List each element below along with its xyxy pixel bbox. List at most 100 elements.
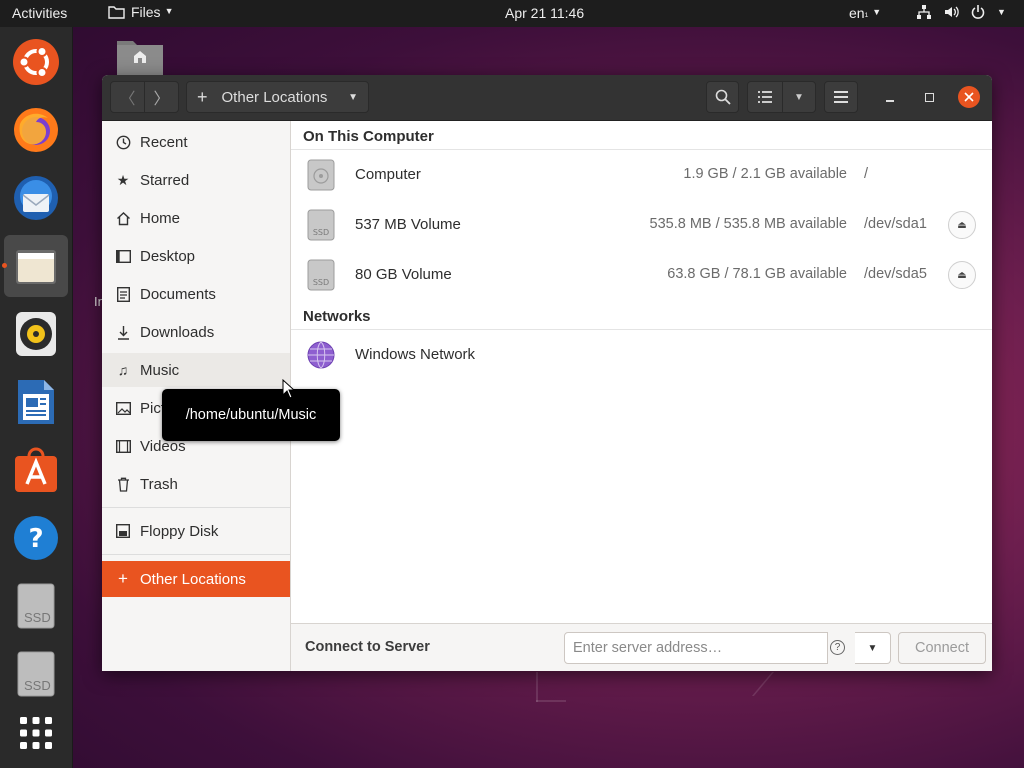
dock-firefox[interactable] <box>10 104 62 156</box>
eject-button[interactable]: ⏏ <box>948 261 976 289</box>
network-globe-icon <box>307 341 335 369</box>
eject-icon: ⏏ <box>957 269 967 281</box>
eject-icon: ⏏ <box>957 219 967 231</box>
mouse-cursor-icon <box>282 379 294 399</box>
show-apps-icon <box>20 717 52 749</box>
top-bar: Activities Files ▼ Apr 21 11:46 en ₁ ▼ ▼ <box>0 0 1024 27</box>
sidebar-item-starred[interactable]: ★ Starred <box>102 163 290 197</box>
clock[interactable]: Apr 21 11:46 <box>505 5 584 21</box>
rhythmbox-icon <box>16 312 56 356</box>
sidebar-item-home[interactable]: Home <box>102 201 290 235</box>
sidebar-item-label: Home <box>140 209 181 227</box>
view-options-button[interactable]: ▼ <box>782 81 816 113</box>
chevron-down-icon: ▼ <box>867 642 878 654</box>
language-indicator[interactable]: en ₁ ▼ <box>849 5 881 21</box>
forward-button[interactable]: 〉 <box>144 81 179 113</box>
dock-ssd-1[interactable]: SSD <box>10 580 62 632</box>
menu-button[interactable] <box>824 81 858 113</box>
chevron-down-icon: ▼ <box>348 91 358 103</box>
dock-thunderbird[interactable] <box>10 172 62 224</box>
sidebar-item-desktop[interactable]: Desktop <box>102 239 290 273</box>
location-name: 80 GB Volume <box>355 266 452 283</box>
maximize-button[interactable] <box>921 89 937 105</box>
location-space: 535.8 MB / 535.8 MB available <box>649 216 847 232</box>
dock-rhythmbox[interactable] <box>10 308 62 360</box>
connect-to-server-label: Connect to Server <box>305 639 430 655</box>
location-path: /dev/sda1 <box>864 216 927 232</box>
search-button[interactable] <box>706 81 739 113</box>
location-row-80gb-volume[interactable]: SSD 80 GB Volume 63.8 GB / 78.1 GB avail… <box>291 251 992 299</box>
connect-button[interactable]: Connect <box>898 632 986 664</box>
music-icon: ♫ <box>117 362 129 378</box>
language-suffix: ₁ <box>864 7 869 19</box>
sidebar-item-label: Floppy Disk <box>140 522 219 540</box>
sidebar-item-other-locations[interactable]: + Other Locations <box>102 561 290 597</box>
tooltip-text: /home/ubuntu/Music <box>185 407 317 423</box>
location-name: 537 MB Volume <box>355 216 461 233</box>
sidebar-divider <box>102 507 290 508</box>
language-label: en <box>849 5 865 21</box>
location-label: Other Locations <box>221 88 328 106</box>
sidebar-item-recent[interactable]: Recent <box>102 125 290 159</box>
wallpaper-line <box>536 700 566 702</box>
document-icon <box>115 286 131 302</box>
section-title-networks: Networks <box>303 308 371 325</box>
minimize-button[interactable] <box>882 89 898 105</box>
power-icon <box>971 5 985 19</box>
dock-writer[interactable] <box>10 376 62 428</box>
help-icon[interactable]: ? <box>830 640 845 655</box>
header-bar: 〈 〉 + Other Locations ▼ ▼ <box>102 75 992 121</box>
chevron-down-icon: ▼ <box>997 7 1006 17</box>
maximize-icon <box>924 92 934 102</box>
thunderbird-icon <box>14 176 58 220</box>
location-row-537mb-volume[interactable]: SSD 537 MB Volume 535.8 MB / 535.8 MB av… <box>291 201 992 249</box>
dock: ? SSD SSD <box>0 27 73 768</box>
location-row-computer[interactable]: Computer 1.9 GB / 2.1 GB available / <box>291 151 992 199</box>
dock-ubuntu[interactable] <box>10 36 62 88</box>
sidebar-item-label: Downloads <box>140 323 215 341</box>
search-icon <box>715 89 731 105</box>
app-menu-button[interactable]: Files ▼ <box>108 4 173 20</box>
desktop-home-folder-icon[interactable] <box>117 37 163 77</box>
recent-servers-dropdown[interactable]: ▼ <box>855 632 891 664</box>
list-view-icon <box>758 91 772 103</box>
app-menu-label: Files <box>131 4 161 20</box>
sidebar-item-label: Trash <box>140 475 178 493</box>
dock-software[interactable] <box>10 444 62 496</box>
server-address-input[interactable] <box>564 632 828 664</box>
svg-text:?: ? <box>28 524 43 554</box>
ssd-label: SSD <box>24 610 51 625</box>
dock-help[interactable]: ? <box>10 512 62 564</box>
sidebar-item-label: Starred <box>140 171 190 189</box>
sidebar-item-downloads[interactable]: Downloads <box>102 315 290 349</box>
running-indicator <box>2 263 7 268</box>
help-icon: ? <box>14 516 58 560</box>
view-list-button[interactable] <box>747 81 783 113</box>
sidebar-item-documents[interactable]: Documents <box>102 277 290 311</box>
ubuntu-icon <box>13 39 59 85</box>
location-name: Computer <box>355 166 421 183</box>
ssd-label: SSD <box>24 678 51 693</box>
system-menu[interactable]: ▼ <box>916 4 1006 20</box>
location-button[interactable]: + Other Locations ▼ <box>186 81 369 113</box>
home-icon <box>115 210 131 226</box>
svg-text:SSD: SSD <box>313 278 329 287</box>
files-icon <box>16 250 56 284</box>
sidebar-item-music[interactable]: ♫ Music <box>102 353 290 387</box>
back-button[interactable]: 〈 <box>110 81 145 113</box>
sidebar-item-label: Desktop <box>140 247 196 265</box>
close-button[interactable] <box>958 86 980 108</box>
eject-button[interactable]: ⏏ <box>948 211 976 239</box>
section-divider <box>291 329 992 330</box>
location-path: / <box>864 166 869 182</box>
location-space: 63.8 GB / 78.1 GB available <box>667 266 847 282</box>
activities-button[interactable]: Activities <box>12 5 67 21</box>
sidebar-item-trash[interactable]: Trash <box>102 467 290 501</box>
location-row-windows-network[interactable]: Windows Network <box>291 331 992 379</box>
dock-files[interactable] <box>4 235 68 297</box>
volume-icon <box>945 6 959 18</box>
sidebar-item-floppy-disk[interactable]: Floppy Disk <box>102 514 290 548</box>
dock-show-apps[interactable] <box>10 707 62 759</box>
sidebar-divider <box>102 554 290 555</box>
dock-ssd-2[interactable]: SSD <box>10 648 62 700</box>
